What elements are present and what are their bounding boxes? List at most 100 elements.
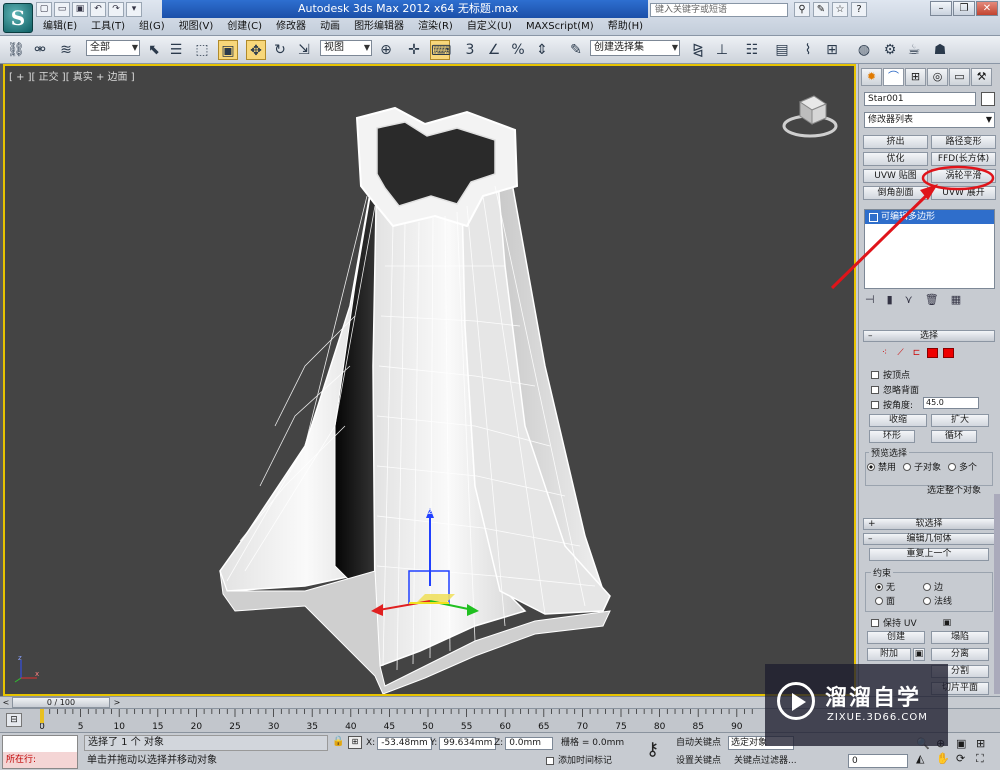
star-icon[interactable]: ☆: [832, 2, 848, 17]
restore-icon[interactable]: ❐: [953, 1, 975, 16]
border-level-icon[interactable]: ⊏: [911, 348, 922, 358]
maximize-viewport-icon[interactable]: ⛶: [976, 752, 994, 766]
repeat-last-button[interactable]: 重复上一个: [869, 548, 989, 561]
hierarchy-tab-icon[interactable]: ⊞: [905, 68, 926, 86]
edge-level-icon[interactable]: ⟋: [895, 348, 906, 358]
perspective-viewport[interactable]: [ + ][ 正交 ][ 真实 + 边面 ] z z x: [3, 64, 856, 696]
menu-item-10[interactable]: MAXScript(M): [519, 19, 601, 35]
selection-filter-dropdown[interactable]: 全部: [86, 40, 140, 56]
add-time-tag[interactable]: 添加时间标记: [546, 754, 612, 768]
z-field[interactable]: 0.0mm: [505, 737, 554, 750]
select-manipulate-icon[interactable]: ✛: [404, 40, 424, 60]
snap-toggle-icon[interactable]: 3: [460, 40, 480, 60]
constraint-face-row[interactable]: 面: [875, 594, 895, 607]
soft-selection-rollout-header[interactable]: + 软选择: [863, 518, 995, 530]
undo-icon[interactable]: ↶: [90, 2, 106, 17]
absolute-mode-icon[interactable]: ⊞: [348, 736, 362, 749]
spinner-snap-icon[interactable]: ⇕: [532, 40, 552, 60]
minimize-icon[interactable]: –: [930, 1, 952, 16]
attach-settings-icon[interactable]: ▣: [913, 648, 925, 661]
element-level-icon[interactable]: [943, 348, 954, 358]
selection-lock-icon[interactable]: 🔒: [332, 736, 344, 747]
object-color-swatch[interactable]: [981, 92, 995, 106]
polygon-level-icon[interactable]: [927, 348, 938, 358]
align-icon[interactable]: ⊥: [712, 40, 732, 60]
modify-tab-icon[interactable]: ⌒: [883, 68, 904, 86]
layer-manager-icon[interactable]: ☷: [742, 40, 762, 60]
preserve-uv-settings-icon[interactable]: ▣: [943, 618, 952, 628]
mini-curve-editor-icon[interactable]: ⊟: [6, 713, 22, 727]
by-vertex-row[interactable]: 按顶点: [871, 368, 910, 381]
search-input[interactable]: 键入关键字或短语: [650, 3, 788, 17]
loop-button[interactable]: 循环: [931, 430, 977, 443]
configure-sets-icon[interactable]: ▦: [951, 293, 961, 306]
select-move-icon[interactable]: ✥: [246, 40, 266, 60]
select-object-icon[interactable]: ⬉: [144, 40, 164, 60]
current-frame-marker[interactable]: [40, 709, 44, 723]
menu-item-0[interactable]: 编辑(E): [36, 19, 84, 35]
menu-item-8[interactable]: 渲染(R): [411, 19, 460, 35]
keyboard-shortcut-icon[interactable]: ⌨: [430, 40, 451, 60]
utilities-tab-icon[interactable]: ⚒: [971, 68, 992, 86]
object-name-field[interactable]: Star001: [864, 92, 976, 106]
menu-item-2[interactable]: 组(G): [132, 19, 172, 35]
maxscript-listener[interactable]: 所在行:: [2, 735, 78, 769]
preserve-uv-checkbox[interactable]: [871, 618, 879, 627]
optimize-button[interactable]: 优化: [863, 152, 928, 166]
collapse-button[interactable]: 塌陷: [931, 631, 989, 644]
by-angle-row[interactable]: 按角度:: [871, 398, 913, 411]
motion-tab-icon[interactable]: ◎: [927, 68, 948, 86]
constraint-edge-row[interactable]: 边: [923, 580, 943, 593]
select-rotate-icon[interactable]: ↻: [270, 40, 290, 60]
star-vase-model[interactable]: z: [5, 66, 854, 694]
time-next-icon[interactable]: >: [112, 697, 122, 708]
edit-geometry-rollout-header[interactable]: – 编辑几何体: [863, 533, 995, 545]
extrude-button[interactable]: 挤出: [863, 135, 928, 149]
preview-multi-radio[interactable]: [948, 462, 957, 471]
attach-button[interactable]: 附加: [867, 648, 911, 661]
field-of-view-icon[interactable]: ◭: [916, 752, 934, 766]
view-cube-icon[interactable]: [782, 92, 838, 138]
select-by-name-icon[interactable]: ☰: [166, 40, 186, 60]
preview-subobj-radio[interactable]: [903, 462, 912, 471]
vertex-level-icon[interactable]: ⁖: [879, 348, 890, 358]
material-editor-icon[interactable]: ◍: [854, 40, 874, 60]
window-crossing-icon[interactable]: ▣: [218, 40, 238, 60]
zoom-extents-all-icon[interactable]: ⊞: [976, 737, 994, 750]
set-key-button[interactable]: 设置关键点: [676, 753, 721, 769]
rect-selection-icon[interactable]: ⬚: [192, 40, 212, 60]
path-deform-button[interactable]: 路径变形: [931, 135, 996, 149]
frame-ruler[interactable]: 0 5 10 15 20 25 30 35 40 45 50 55 60 65 70 75 80 85 90: [40, 709, 765, 733]
menu-item-11[interactable]: 帮助(H): [601, 19, 650, 35]
save-icon[interactable]: ▣: [72, 2, 88, 17]
pan-icon[interactable]: ✋: [936, 752, 954, 766]
create-tab-icon[interactable]: ✹: [861, 68, 882, 86]
bevel-profile-button[interactable]: 倒角剖面: [863, 186, 928, 200]
time-prev-icon[interactable]: <: [1, 697, 11, 708]
bind-space-warp-icon[interactable]: ≋: [56, 40, 76, 60]
unwrap-uvw-button[interactable]: UVW 展开: [931, 186, 996, 200]
constraint-none-row[interactable]: 无: [875, 580, 895, 593]
uvw-map-button[interactable]: UVW 贴图: [863, 169, 928, 183]
close-icon[interactable]: ✕: [976, 1, 998, 16]
constraint-normal-row[interactable]: 法线: [923, 594, 952, 607]
menu-item-9[interactable]: 自定义(U): [460, 19, 519, 35]
menu-item-7[interactable]: 图形编辑器: [347, 19, 411, 35]
schematic-view-icon[interactable]: ⊞: [822, 40, 842, 60]
render-production-icon[interactable]: ☗: [930, 40, 950, 60]
help-icon[interactable]: ?: [851, 2, 867, 17]
auto-key-button[interactable]: 自动关键点: [676, 735, 721, 751]
ignore-backfacing-checkbox[interactable]: [871, 385, 879, 394]
dropdown-icon[interactable]: ▾: [126, 2, 142, 17]
mirror-icon[interactable]: ⧎: [688, 40, 708, 60]
modifier-list-dropdown[interactable]: 修改器列表: [864, 112, 995, 128]
curve-editor-icon[interactable]: ⌇: [798, 40, 818, 60]
menu-item-6[interactable]: 动画: [313, 19, 347, 35]
x-field[interactable]: -53.48mm: [377, 737, 432, 750]
constraint-face-radio[interactable]: [875, 596, 883, 605]
show-end-result-icon[interactable]: ▮: [887, 293, 893, 306]
create-button[interactable]: 创建: [867, 631, 925, 644]
constraint-none-radio[interactable]: [875, 582, 883, 591]
link-icon[interactable]: ⛓: [6, 40, 26, 60]
menu-item-5[interactable]: 修改器: [269, 19, 313, 35]
